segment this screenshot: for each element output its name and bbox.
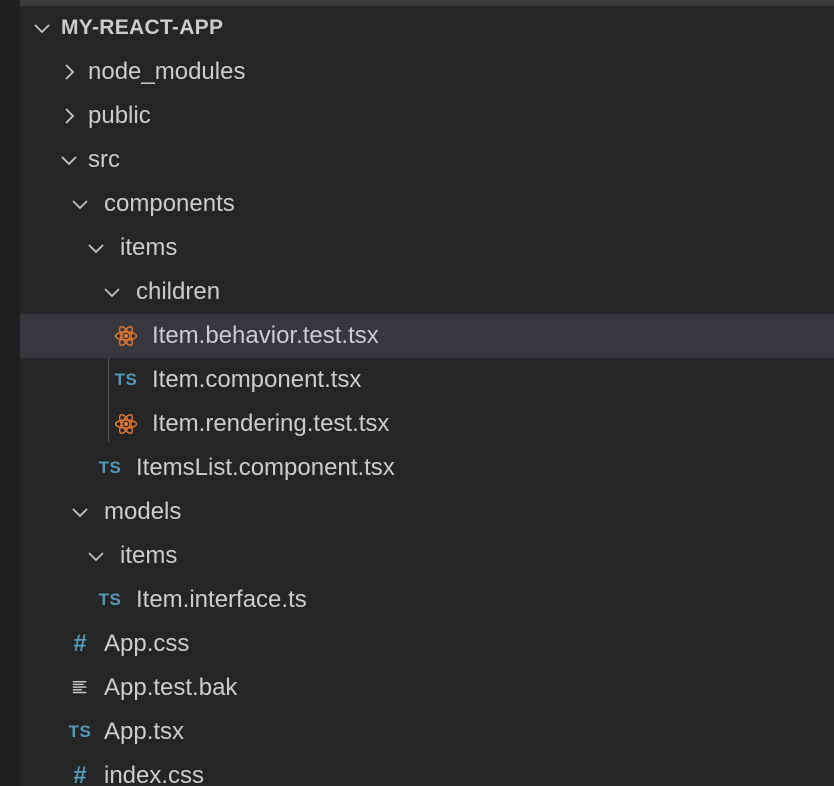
file-label: Item.rendering.test.tsx [152,410,390,437]
file-row[interactable]: Item.rendering.test.tsx [20,402,834,446]
file-explorer: MY-REACT-APP node_modules public src compon… [0,0,834,786]
file-label: index.css [104,762,205,786]
file-label: App.tsx [104,718,185,745]
chevron-down-icon [72,508,88,518]
text-lines-icon [66,666,94,710]
file-label: App.test.bak [104,674,238,701]
folder-row[interactable]: components [20,182,834,226]
typescript-icon: TS [96,578,124,622]
folder-row[interactable]: items [20,534,834,578]
chevron-right-icon [65,64,75,80]
folder-row[interactable]: items [20,226,834,270]
chevron-down-icon [104,288,120,298]
folder-row[interactable]: src [20,138,834,182]
folder-row[interactable]: models [20,490,834,534]
file-row[interactable]: TS ItemsList.component.tsx [20,446,834,490]
css-hash-icon: # [66,754,94,786]
chevron-down-icon [72,200,88,210]
file-row[interactable]: TS App.tsx [20,710,834,754]
css-hash-icon-text: # [73,630,87,657]
file-label: ItemsList.component.tsx [136,454,395,481]
react-icon [112,314,140,358]
file-row[interactable]: Item.behavior.test.tsx [20,314,834,358]
file-label: Item.interface.ts [136,586,307,613]
file-label: Item.component.tsx [152,366,362,393]
file-tree: node_modulespublic src components items chil… [0,0,834,786]
typescript-icon-text: TS [98,458,122,477]
folder-label: items [120,542,178,569]
typescript-icon: TS [112,358,140,402]
chevron-right-icon [65,108,75,124]
typescript-icon-text: TS [68,722,92,741]
chevron-down-icon [61,156,77,166]
file-row[interactable]: TS Item.interface.ts [20,578,834,622]
css-hash-icon-text: # [73,762,87,786]
folder-label: node_modules [88,58,246,85]
folder-label: public [88,102,151,129]
folder-label: src [88,146,120,173]
folder-label: components [104,190,235,217]
file-label: App.css [104,630,190,657]
typescript-icon: TS [96,446,124,490]
folder-label: items [120,234,178,261]
chevron-down-icon [88,244,104,254]
file-row[interactable]: # App.css [20,622,834,666]
file-row[interactable]: TS Item.component.tsx [20,358,834,402]
file-label: Item.behavior.test.tsx [152,322,379,349]
chevron-down-icon [88,552,104,562]
css-hash-icon: # [66,622,94,666]
folder-row[interactable]: public [20,94,834,138]
typescript-icon-text: TS [98,590,122,609]
typescript-icon-text: TS [114,370,138,389]
typescript-icon: TS [66,710,94,754]
react-icon [112,402,140,446]
file-row[interactable]: App.test.bak [20,666,834,710]
folder-label: models [104,498,182,525]
folder-row[interactable]: children [20,270,834,314]
folder-row[interactable]: node_modules [20,50,834,94]
folder-label: children [136,278,221,305]
file-row[interactable]: # index.css [20,754,834,786]
